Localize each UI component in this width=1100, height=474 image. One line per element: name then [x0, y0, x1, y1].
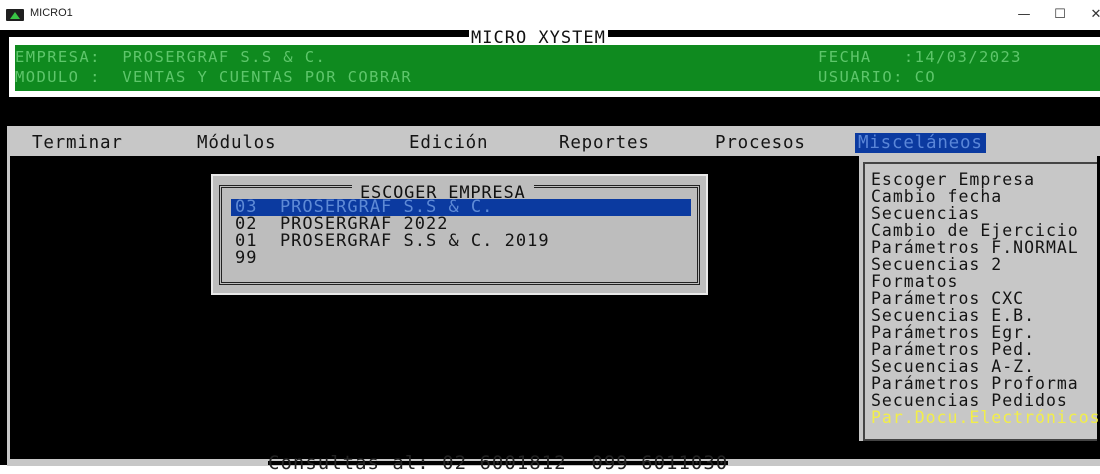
menu-reportes[interactable]: Reportes [559, 133, 650, 153]
dropdown-item[interactable]: Parámetros Proforma [871, 375, 1079, 392]
minimize-button[interactable]: — [1004, 4, 1044, 26]
dropdown-item[interactable]: Secuencias E.B. [871, 307, 1035, 324]
dropdown-item[interactable]: Parámetros CXC [871, 290, 1024, 307]
empresa-option[interactable]: 99 [231, 250, 691, 267]
usuario-label: USUARIO: CO [818, 68, 937, 86]
dropdown-item[interactable]: Secuencias A-Z. [871, 358, 1035, 375]
window-titlebar: MICRO1 — ☐ ✕ [0, 0, 1100, 30]
footer-contact: Consultas al: 02 6001812 099 6011030 [268, 452, 729, 474]
console-screen: MICRO XYSTEM EMPRESA: PROSERGRAF S.S & C… [0, 29, 1100, 474]
window-title: MICRO1 [30, 7, 73, 19]
dropdown-item[interactable]: Parámetros Egr. [871, 324, 1035, 341]
empresa-option[interactable]: 01 PROSERGRAF S.S & C. 2019 [231, 233, 691, 250]
dropdown-item[interactable]: Parámetros F.NORMAL [871, 239, 1079, 256]
maximize-button[interactable]: ☐ [1040, 4, 1080, 26]
dropdown-item[interactable]: Parámetros Ped. [871, 341, 1035, 358]
footer-bar: Consultas al: 02 6001812 099 6011030 [0, 452, 1100, 474]
escoger-empresa-dialog: ESCOGER EMPRESA 03 PROSERGRAF S.S & C. 0… [211, 174, 708, 295]
empresa-label: EMPRESA: PROSERGRAF S.S & C. [15, 48, 327, 66]
dropdown-item[interactable]: Secuencias 2 [871, 256, 1002, 273]
menu-procesos[interactable]: Procesos [715, 133, 806, 153]
header-frame: MICRO XYSTEM EMPRESA: PROSERGRAF S.S & C… [9, 29, 1100, 97]
modulo-label: MODULO : VENTAS Y CUENTAS POR COBRAR [15, 68, 413, 86]
menu-bar: Terminar Módulos Edición Reportes Proces… [7, 126, 1100, 156]
dropdown-item[interactable]: Escoger Empresa [871, 171, 1035, 188]
miscelaneos-dropdown: Escoger Empresa Cambio fecha Secuencias … [859, 156, 1100, 441]
dropdown-item[interactable]: Formatos [871, 273, 958, 290]
dropdown-item-highlighted[interactable]: Par.Docu.Electrónicos [871, 409, 1100, 426]
menu-edicion[interactable]: Edición [409, 133, 488, 153]
fecha-label: FECHA :14/03/2023 [818, 48, 1022, 66]
menu-modulos[interactable]: Módulos [197, 133, 276, 153]
app-icon [6, 9, 24, 21]
menu-terminar[interactable]: Terminar [32, 133, 123, 153]
close-button[interactable]: ✕ [1076, 4, 1100, 26]
dropdown-item[interactable]: Secuencias [871, 205, 980, 222]
dropdown-item[interactable]: Cambio de Ejercicio [871, 222, 1079, 239]
header-info-panel: EMPRESA: PROSERGRAF S.S & C. MODULO : VE… [15, 45, 1100, 91]
menu-miscelaneos[interactable]: Misceláneos [855, 133, 986, 153]
dropdown-item[interactable]: Cambio fecha [871, 188, 1002, 205]
main-window: Terminar Módulos Edición Reportes Proces… [7, 126, 1100, 466]
dropdown-item[interactable]: Secuencias Pedidos [871, 392, 1068, 409]
